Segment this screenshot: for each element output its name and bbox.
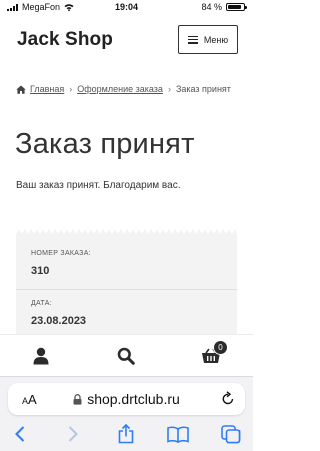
share-button[interactable] (114, 423, 138, 445)
menu-label: Меню (203, 34, 229, 45)
status-right: 84 % (201, 2, 247, 12)
site-logo[interactable]: Jack Shop (17, 29, 113, 51)
back-button[interactable] (8, 423, 32, 445)
back-icon (15, 426, 25, 442)
url-display[interactable]: shop.drtclub.ru (8, 391, 245, 407)
battery-icon (226, 3, 247, 11)
search-icon (117, 347, 135, 365)
cart-count-badge: 0 (213, 340, 228, 355)
address-bar[interactable]: AA shop.drtclub.ru (8, 383, 245, 415)
order-number-label: НОМЕР ЗАКАЗА: (31, 250, 91, 257)
order-date-value: 23.08.2023 (31, 315, 87, 327)
account-button[interactable] (29, 344, 53, 368)
hamburger-icon (187, 35, 198, 44)
order-number-value: 310 (31, 265, 50, 277)
bookmarks-icon (167, 426, 189, 443)
breadcrumb-checkout-link[interactable]: Оформление заказа (77, 84, 163, 94)
handheld-footer-bar: 0 (0, 334, 253, 377)
breadcrumb-separator: › (69, 84, 73, 94)
share-icon (118, 424, 134, 444)
user-icon (33, 347, 49, 365)
order-thanks-message: Ваш заказ принят. Благодарим вас. (16, 180, 181, 191)
divider (16, 289, 237, 290)
page-title: Заказ принят (15, 128, 195, 160)
lock-icon (73, 393, 82, 405)
breadcrumb-home-link[interactable]: Главная (30, 84, 64, 94)
browser-toolbar: AA shop.drtclub.ru (0, 376, 253, 451)
tabs-button[interactable] (219, 423, 243, 445)
home-icon (16, 85, 26, 94)
order-summary: НОМЕР ЗАКАЗА: 310 ДАТА: 23.08.2023 (16, 229, 237, 334)
bookmarks-button[interactable] (166, 423, 190, 445)
breadcrumb-separator: › (167, 84, 171, 94)
tabs-icon (221, 424, 241, 443)
order-date-label: ДАТА: (31, 300, 53, 307)
menu-button[interactable]: Меню (178, 25, 238, 54)
forward-icon (68, 426, 78, 442)
search-button[interactable] (114, 344, 138, 368)
status-bar: MegaFon 19:04 84 % (0, 0, 253, 15)
forward-button[interactable] (61, 423, 85, 445)
breadcrumb-current: Заказ принят (175, 84, 231, 94)
breadcrumb: Главная › Оформление заказа › Заказ прин… (16, 84, 231, 94)
cart-button[interactable]: 0 (199, 340, 228, 368)
receipt-zigzag-edge (16, 229, 237, 235)
url-text: shop.drtclub.ru (87, 391, 180, 407)
reload-icon[interactable] (221, 391, 235, 406)
battery-percent: 84 % (201, 2, 222, 12)
